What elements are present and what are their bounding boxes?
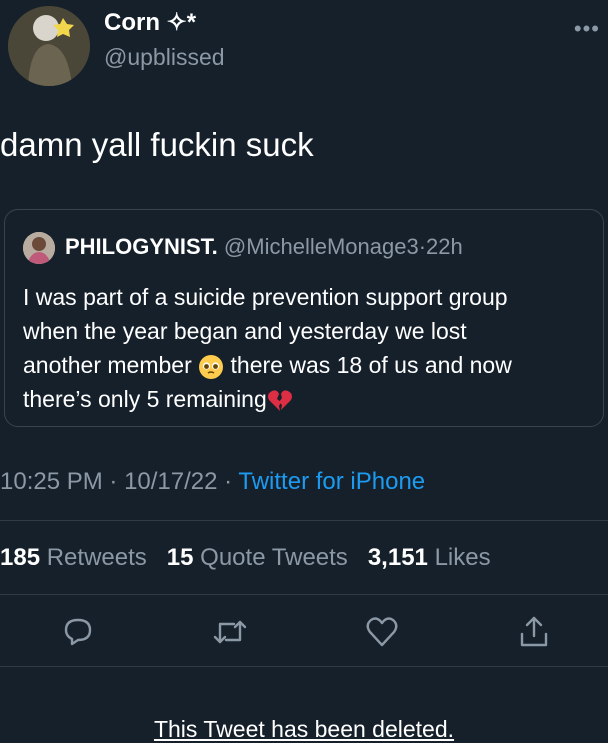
tweet-meta: 10:25 PM · 10/17/22 · Twitter for iPhone	[0, 468, 425, 496]
tweet-stats: 185 Retweets 15 Quote Tweets 3,151 Likes	[0, 544, 491, 572]
divider	[0, 666, 608, 667]
quoted-author-handle: @MichelleMonage3	[223, 234, 419, 259]
tweet-date[interactable]: 10/17/22	[124, 468, 217, 495]
tweet-source-link[interactable]: Twitter for iPhone	[238, 468, 425, 495]
quoted-line: there’s only 5 remaining	[23, 382, 598, 416]
action-bar	[0, 612, 608, 656]
tweet-text: damn yall fuckin suck	[0, 126, 314, 163]
more-icon[interactable]: •••	[574, 16, 600, 42]
quotes-label: Quote Tweets	[200, 544, 348, 571]
pleading-face-emoji	[199, 354, 224, 379]
quoted-author-name: PHILOGYNIST.	[65, 234, 218, 259]
author-name[interactable]: Corn ✧*	[104, 8, 196, 37]
likes-count: 3,151	[367, 544, 428, 571]
author-avatar[interactable]	[8, 6, 90, 86]
quoted-tweet[interactable]: PHILOGYNIST. @MichelleMonage3·22h I was …	[4, 209, 604, 427]
likes-stat[interactable]: 3,151 Likes	[368, 544, 491, 571]
quoted-line: I was part of a suicide prevention suppo…	[23, 284, 508, 310]
broken-heart-emoji	[267, 390, 292, 411]
quoted-text: I was part of a suicide prevention suppo…	[23, 280, 598, 416]
quoted-line: when the year began and yesterday we los…	[23, 318, 467, 344]
tweet-time[interactable]: 10:25 PM	[0, 468, 103, 495]
retweets-count: 185	[0, 544, 41, 571]
quote-tweets-stat[interactable]: 15 Quote Tweets	[167, 544, 348, 571]
reply-icon[interactable]	[58, 612, 98, 652]
likes-label: Likes	[434, 544, 491, 571]
retweets-stat[interactable]: 185 Retweets	[0, 544, 147, 571]
quotes-count: 15	[166, 544, 194, 571]
divider	[0, 594, 608, 595]
retweet-icon[interactable]	[210, 612, 250, 652]
share-icon[interactable]	[514, 612, 554, 652]
quoted-author-avatar	[23, 232, 55, 264]
deleted-notice: This Tweet has been deleted.	[153, 716, 455, 742]
retweets-label: Retweets	[46, 544, 147, 571]
quoted-line-part: there’s only 5 remaining	[23, 386, 267, 412]
meta-separator: ·	[102, 468, 125, 495]
quoted-line-part: another member	[23, 352, 192, 378]
quoted-header: PHILOGYNIST. @MichelleMonage3·22h	[65, 234, 463, 260]
quoted-age: 22h	[426, 234, 463, 259]
avatar-image	[8, 6, 90, 86]
author-handle[interactable]: @upblissed	[104, 44, 225, 71]
like-icon[interactable]	[362, 612, 402, 652]
quoted-separator: ·	[418, 234, 427, 259]
quoted-line: another member there was 18 of us and no…	[23, 348, 598, 382]
meta-separator: ·	[217, 468, 239, 495]
divider	[0, 520, 608, 521]
quoted-line-part: there was 18 of us and now	[224, 352, 512, 378]
